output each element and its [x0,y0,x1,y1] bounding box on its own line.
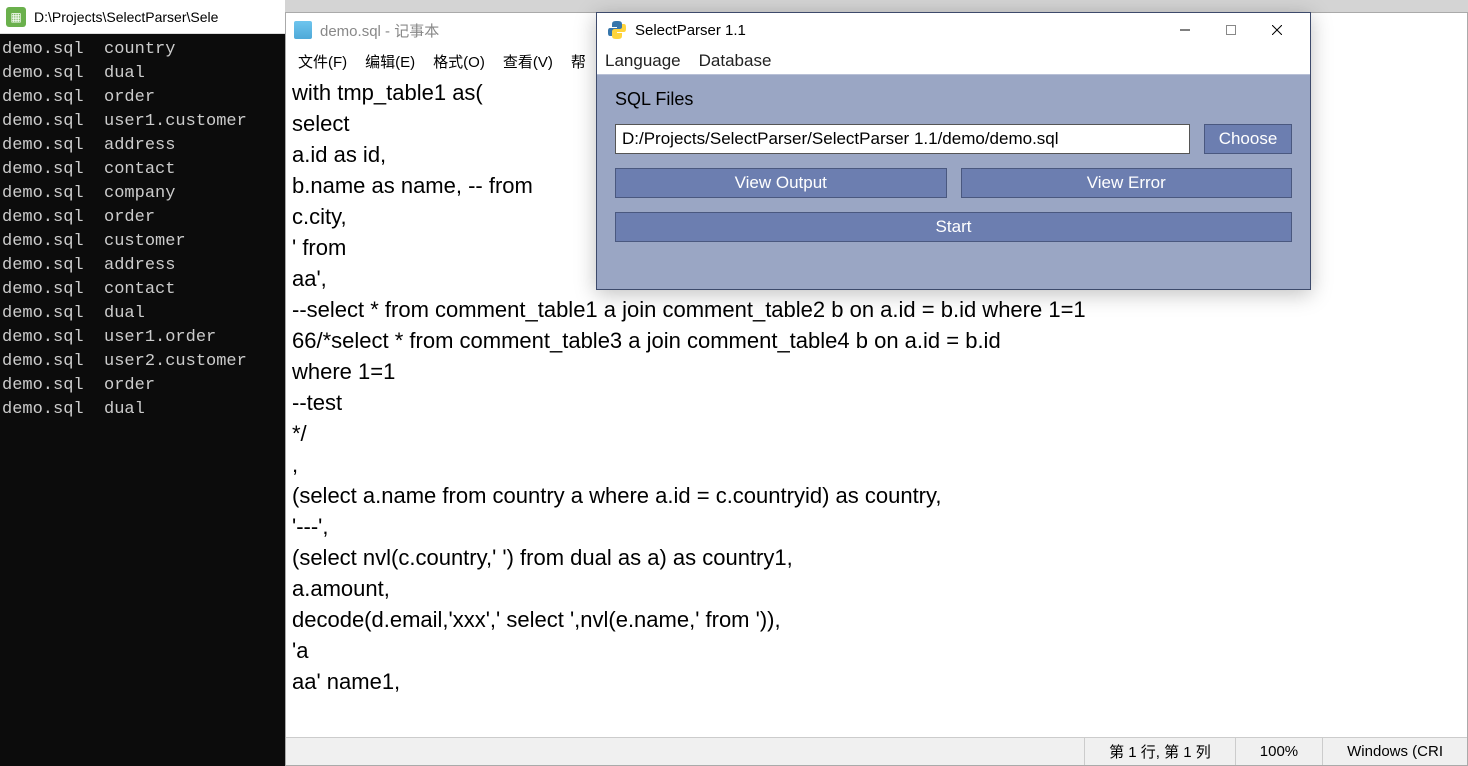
view-output-button[interactable]: View Output [615,168,947,198]
minimize-button[interactable] [1162,15,1208,45]
notepad-app-icon [294,21,312,39]
terminal-line: demo.sql company [2,182,283,206]
terminal-line: demo.sql user2.customer [2,350,283,374]
terminal-line: demo.sql customer [2,230,283,254]
menu-file[interactable]: 文件(F) [290,49,355,74]
parser-menubar: Language Database [597,47,1310,75]
close-button[interactable] [1254,15,1300,45]
terminal-titlebar[interactable]: ▦ D:\Projects\SelectParser\Sele [0,0,285,34]
maximize-button[interactable] [1208,15,1254,45]
start-button[interactable]: Start [615,212,1292,242]
menu-view[interactable]: 查看(V) [495,49,561,74]
terminal-line: demo.sql address [2,134,283,158]
selectparser-window: SelectParser 1.1 Language Database SQL F… [596,12,1311,290]
terminal-line: demo.sql order [2,86,283,110]
sql-files-label: SQL Files [615,89,1292,110]
view-error-button[interactable]: View Error [961,168,1293,198]
terminal-line: demo.sql user1.customer [2,110,283,134]
menu-format[interactable]: 格式(O) [425,49,493,74]
menu-edit[interactable]: 编辑(E) [357,49,423,74]
terminal-app-icon: ▦ [6,7,26,27]
terminal-line: demo.sql country [2,38,283,62]
menu-help[interactable]: 帮 [563,49,594,74]
python-icon [607,20,627,40]
terminal-line: demo.sql dual [2,398,283,422]
choose-button[interactable]: Choose [1204,124,1292,154]
sql-file-path-input[interactable] [615,124,1190,154]
menu-language[interactable]: Language [605,51,681,71]
terminal-output[interactable]: demo.sql country demo.sql dual demo.sql … [0,34,285,426]
terminal-line: demo.sql contact [2,158,283,182]
window-controls [1162,15,1300,45]
terminal-line: demo.sql order [2,206,283,230]
status-encoding: Windows (CRI [1322,738,1467,765]
menu-database[interactable]: Database [699,51,772,71]
terminal-line: demo.sql user1.order [2,326,283,350]
terminal-line: demo.sql dual [2,302,283,326]
terminal-line: demo.sql contact [2,278,283,302]
terminal-window: ▦ D:\Projects\SelectParser\Sele demo.sql… [0,0,285,766]
parser-titlebar[interactable]: SelectParser 1.1 [597,13,1310,47]
terminal-line: demo.sql dual [2,62,283,86]
terminal-title: D:\Projects\SelectParser\Sele [34,9,218,25]
parser-body: SQL Files Choose View Output View Error … [597,75,1310,258]
status-zoom: 100% [1235,738,1322,765]
status-cursor-pos: 第 1 行, 第 1 列 [1084,738,1235,765]
terminal-line: demo.sql address [2,254,283,278]
notepad-title: demo.sql - 记事本 [320,20,439,41]
notepad-statusbar: 第 1 行, 第 1 列 100% Windows (CRI [286,737,1467,765]
terminal-line: demo.sql order [2,374,283,398]
parser-title: SelectParser 1.1 [635,22,746,39]
